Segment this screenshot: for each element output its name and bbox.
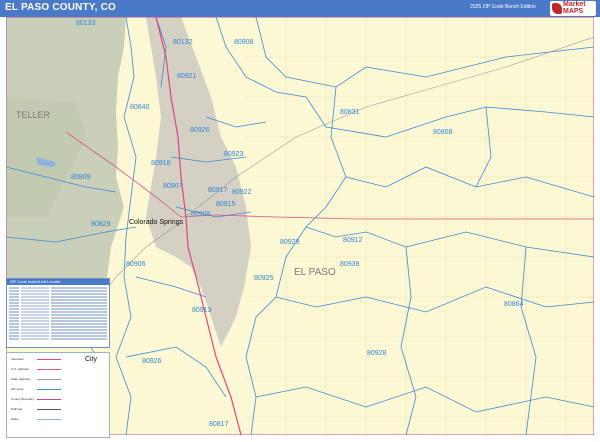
key-item: County Boundary [11, 397, 35, 401]
zip-label: 80926 [190, 127, 210, 134]
key-swatch [37, 359, 61, 360]
publisher-logo: Market MAPS [550, 1, 596, 16]
logo-icon [552, 3, 562, 14]
key-item: Railroad [11, 407, 23, 411]
county-label: EL PASO [294, 267, 336, 278]
key-swatch [37, 389, 61, 390]
key-city-label: City [85, 356, 98, 363]
title-bar: EL PASO COUNTY, CO 2025 ZIP Code Bench E… [0, 0, 600, 17]
zip-label: 80908 [234, 39, 254, 46]
key-swatch [37, 419, 61, 420]
key-item: State Highway [11, 377, 31, 381]
key-swatch [37, 369, 61, 370]
key-swatch [37, 399, 61, 400]
zip-label: 80808 [433, 129, 453, 136]
zip-label: 80913 [192, 307, 212, 314]
zip-label: 80909 [191, 211, 211, 218]
zip-label: 80906 [126, 261, 146, 268]
zip-label: 80840 [130, 104, 150, 111]
zip-label: 80928 [367, 350, 387, 357]
zip-label: 80926 [142, 358, 162, 365]
zip-label: 80922 [232, 189, 252, 196]
logo-text: Market MAPS [563, 1, 586, 15]
key-item: U.S. Highway [11, 367, 30, 371]
map-page: EL PASO COUNTY, CO 2025 ZIP Code Bench E… [0, 0, 600, 442]
zip-label: 80912 [343, 237, 363, 244]
map-key: Interstate U.S. Highway State Highway ZI… [6, 352, 110, 438]
zip-label: 80917 [208, 187, 228, 194]
highway-east [65, 131, 594, 220]
zip-label: 80925 [254, 275, 274, 282]
key-swatch [37, 379, 61, 380]
zip-label: 80132 [173, 39, 193, 46]
zip-label: 80829 [91, 221, 111, 228]
zip-label: 80133 [76, 20, 96, 27]
zip-label: 80929 [280, 239, 300, 246]
map-title: EL PASO COUNTY, CO [5, 2, 117, 13]
neighbor-county-label: TELLER [16, 110, 51, 120]
zip-label: 80921 [177, 73, 197, 80]
zip-index-table: ZIP Code Index/Unit Locator [6, 278, 110, 348]
zip-label: 80907 [163, 183, 183, 190]
zip-index-title: ZIP Code Index/Unit Locator [7, 279, 109, 285]
zip-label: 80864 [504, 301, 524, 308]
zip-label: 80809 [71, 174, 91, 181]
key-swatch [37, 409, 61, 410]
zip-index-rows [9, 287, 107, 341]
zip-label: 80817 [209, 421, 229, 428]
key-item: ZIP Code [11, 387, 24, 391]
city-label: Colorado Springs [129, 219, 184, 226]
zip-label: 80938 [340, 261, 360, 268]
zip-label: 80918 [151, 160, 171, 167]
edition-label: 2025 ZIP Code Bench Edition [470, 4, 536, 10]
urban-area [146, 17, 251, 347]
zip-label: 80915 [216, 201, 236, 208]
zip-label: 80831 [340, 109, 360, 116]
key-item: Water [11, 417, 19, 421]
zip-label: 80923 [224, 151, 244, 158]
key-item: Interstate [11, 357, 24, 361]
